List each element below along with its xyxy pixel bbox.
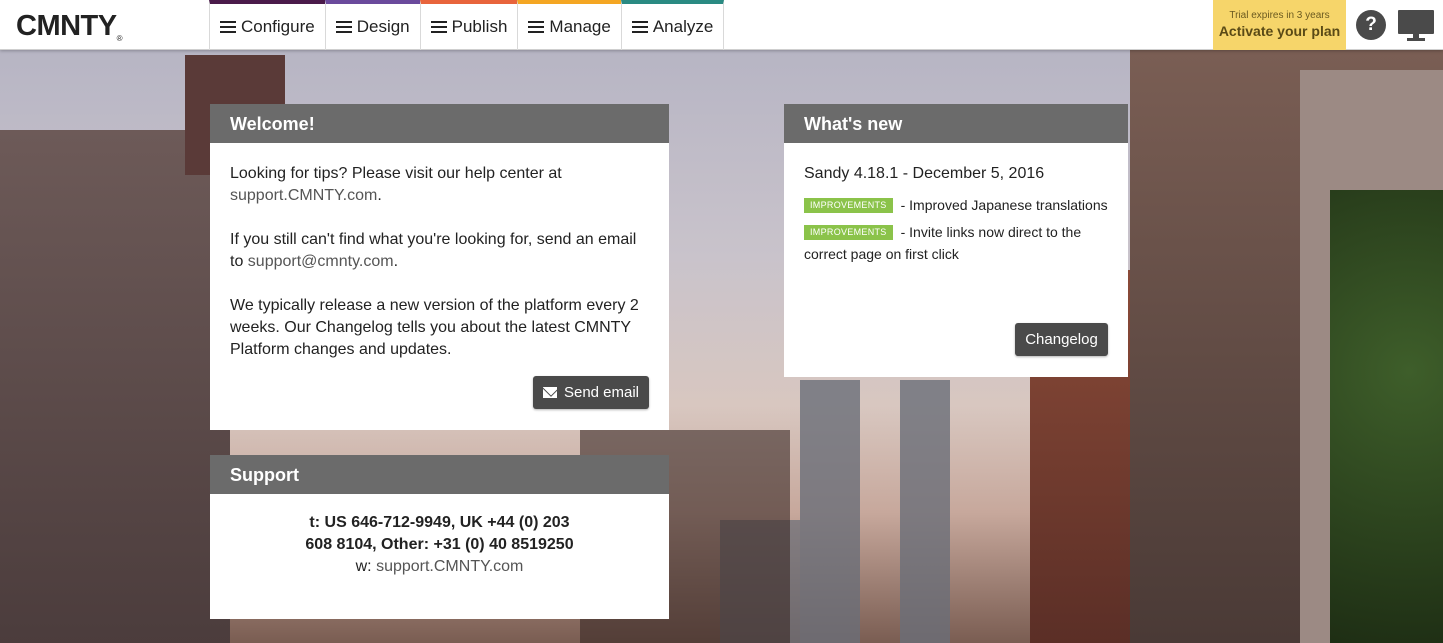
welcome-help-paragraph: Looking for tips? Please visit our help … bbox=[230, 165, 562, 204]
welcome-card: Welcome! Looking for tips? Please visit … bbox=[210, 104, 669, 430]
tab-label: Design bbox=[356, 17, 410, 36]
whats-new-title: What's new bbox=[784, 104, 1128, 143]
tab-configure[interactable]: Configure bbox=[209, 0, 325, 50]
improvements-badge: IMPROVEMENTS bbox=[804, 225, 893, 240]
send-email-label: Send email bbox=[563, 384, 640, 401]
welcome-title: Welcome! bbox=[210, 104, 669, 143]
tab-label: Configure bbox=[241, 17, 315, 36]
tab-design[interactable]: Design bbox=[324, 0, 420, 50]
tab-label: Analyze bbox=[652, 17, 714, 36]
support-card: Support t: US 646-712-9949, UK +44 (0) 2… bbox=[210, 455, 669, 619]
whats-new-card: What's new Sandy 4.18.1 - December 5, 20… bbox=[784, 104, 1128, 377]
tab-label: Publish bbox=[451, 17, 508, 36]
changelog-item: IMPROVEMENTS - Improved Japanese translat… bbox=[804, 194, 1108, 216]
welcome-release-paragraph: We typically release a new version of th… bbox=[230, 297, 639, 358]
hamburger-icon bbox=[430, 21, 447, 33]
hamburger-icon bbox=[220, 21, 236, 33]
help-center-link[interactable]: support.CMNTY.com bbox=[230, 187, 377, 204]
activate-plan-button[interactable]: Trial expires in 3 years Activate your p… bbox=[1213, 0, 1346, 50]
support-phone: t: US 646-712-9949, UK +44 (0) 203 608 8… bbox=[305, 514, 574, 553]
help-circle-icon[interactable]: ? bbox=[1356, 10, 1386, 40]
cmnty-logo[interactable]: CMNTY® bbox=[16, 10, 123, 43]
monitor-icon[interactable] bbox=[1397, 9, 1435, 43]
release-version: Sandy 4.18.1 - December 5, 2016 bbox=[804, 165, 1045, 182]
mail-icon bbox=[542, 387, 557, 398]
support-web: w: support.CMNTY.com bbox=[355, 558, 524, 575]
trial-notice: Trial expires in 3 years bbox=[1229, 10, 1330, 21]
tab-publish[interactable]: Publish bbox=[419, 0, 518, 50]
welcome-email-paragraph: If you still can't find what you're look… bbox=[230, 231, 637, 270]
top-bar: CMNTY® Configure Design Publish Manage A… bbox=[0, 0, 1443, 50]
support-title: Support bbox=[210, 455, 669, 494]
support-email-link[interactable]: support@cmnty.com bbox=[248, 253, 394, 270]
tab-analyze[interactable]: Analyze bbox=[620, 0, 725, 50]
changelog-button[interactable]: Changelog bbox=[1015, 323, 1108, 356]
tab-manage[interactable]: Manage bbox=[517, 0, 621, 50]
main-nav: Configure Design Publish Manage Analyze bbox=[209, 0, 725, 50]
activate-plan-label: Activate your plan bbox=[1218, 23, 1341, 39]
changelog-item: IMPROVEMENTS - Invite links now direct to… bbox=[804, 224, 1082, 262]
send-email-button[interactable]: Send email bbox=[533, 376, 649, 409]
improvements-badge: IMPROVEMENTS bbox=[804, 198, 893, 213]
hamburger-icon bbox=[335, 21, 352, 33]
hamburger-icon bbox=[528, 21, 545, 33]
tab-label: Manage bbox=[549, 17, 611, 36]
hamburger-icon bbox=[631, 21, 648, 33]
support-web-link[interactable]: support.CMNTY.com bbox=[376, 558, 523, 575]
